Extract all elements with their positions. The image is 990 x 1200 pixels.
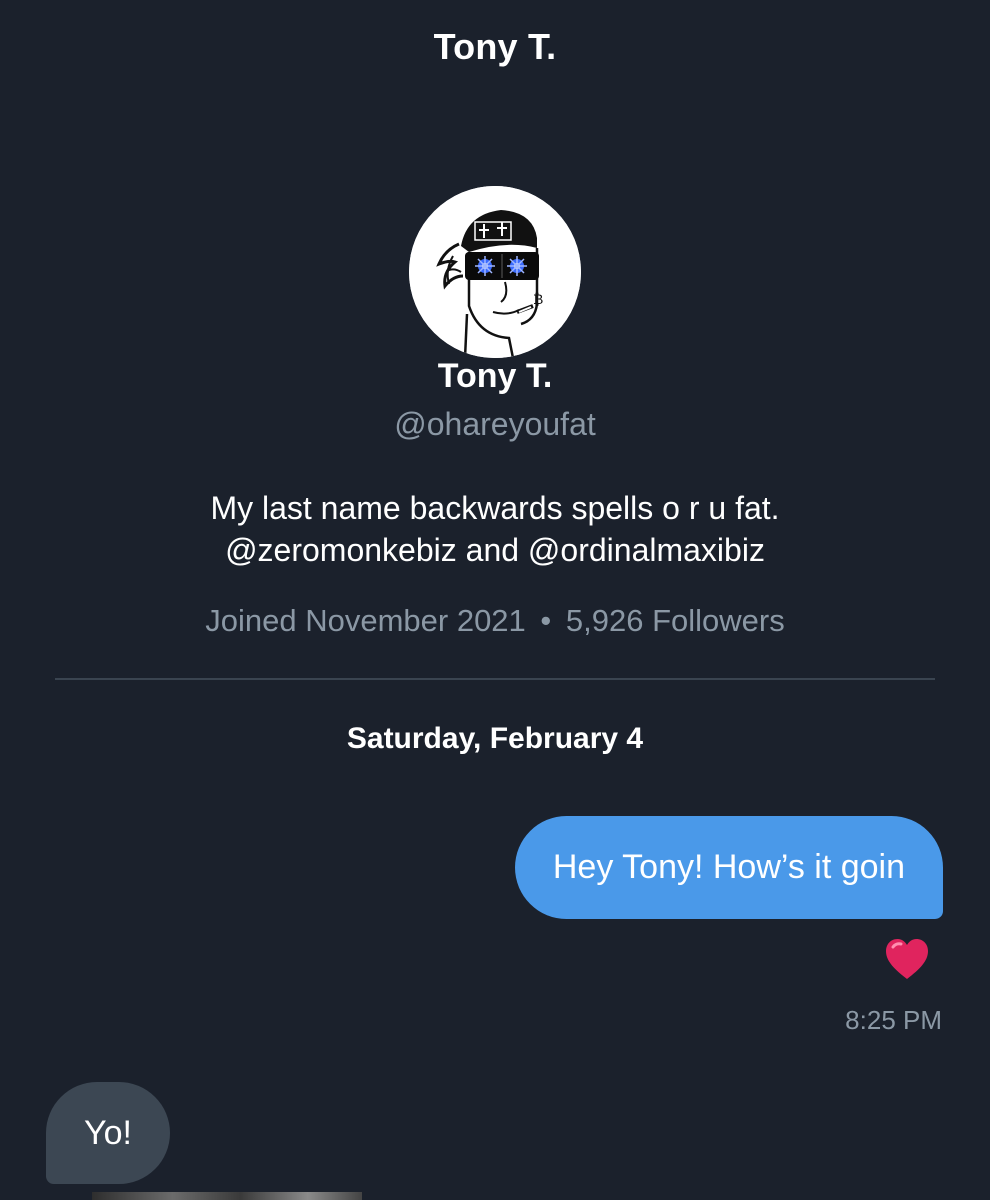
- profile-meta: Joined November 2021 • 5,926 Followers: [0, 603, 990, 639]
- bio-line: My last name backwards spells o r u fat.: [210, 490, 780, 526]
- profile-avatar[interactable]: ₿: [409, 186, 581, 358]
- red-heart-icon: [886, 939, 928, 979]
- profile-bio: My last name backwards spells o r u fat.…: [0, 487, 990, 571]
- outgoing-message-bubble[interactable]: Hey Tony! How’s it goin: [514, 816, 943, 919]
- followers-count: 5,926 Followers: [565, 603, 785, 638]
- nft-avatar-icon: ₿: [409, 186, 581, 358]
- heart-reaction-icon[interactable]: [884, 937, 930, 981]
- media-preview-edge[interactable]: [92, 1192, 362, 1200]
- svg-text:₿: ₿: [533, 292, 543, 308]
- message-timestamp: 8:25 PM: [845, 1005, 942, 1035]
- incoming-message-bubble[interactable]: Yo!: [46, 1082, 170, 1184]
- bio-line: @zeromonkebiz and @ordinalmaxibiz: [225, 532, 765, 568]
- header-title[interactable]: Tony T.: [0, 26, 990, 68]
- profile-name[interactable]: Tony T.: [0, 357, 990, 396]
- meta-separator: •: [540, 603, 552, 638]
- divider: [55, 678, 935, 680]
- joined-date: Joined November 2021: [205, 603, 526, 638]
- profile-handle[interactable]: @ohareyoufat: [0, 406, 990, 443]
- dm-conversation-screen: Tony T. ₿ Tony T. @ohareyoufat My last n…: [0, 0, 990, 1200]
- date-separator: Saturday, February 4: [346, 722, 644, 755]
